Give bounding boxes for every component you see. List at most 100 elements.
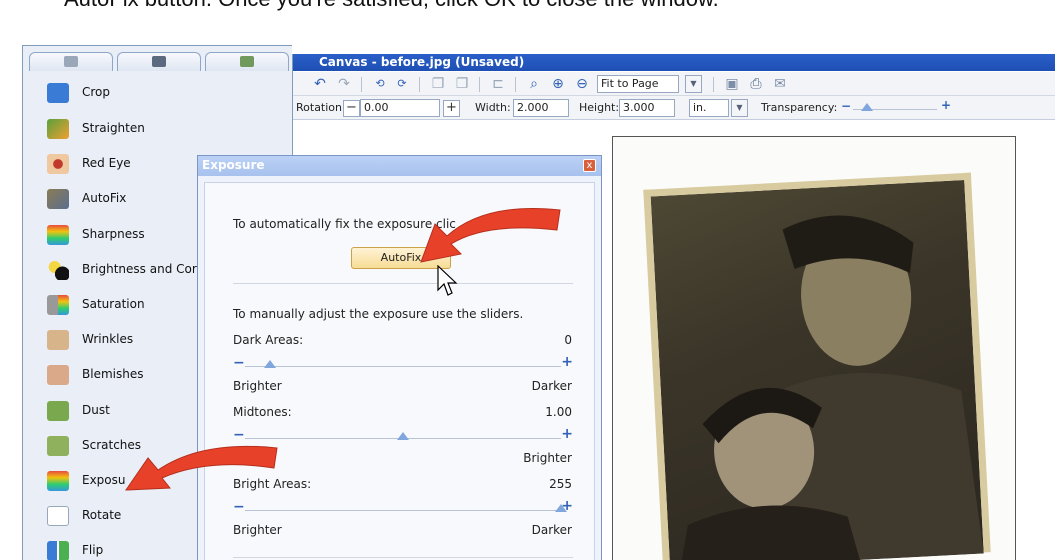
crop-icon <box>47 83 69 103</box>
rotation-decrease-button[interactable]: − <box>343 100 360 117</box>
height-input[interactable]: 3.000 <box>619 99 675 117</box>
properties-bar: Rotation: − 0.00 + Width: 2.000 Height: … <box>293 96 1055 120</box>
toolbar-divider <box>479 77 480 92</box>
print-icon[interactable]: ⎙ <box>747 76 765 92</box>
transparency-minus-icon[interactable]: − <box>841 99 851 113</box>
midtones-value: 1.00 <box>545 405 572 419</box>
tool-label: Dust <box>82 403 110 417</box>
panel-tabs <box>29 52 293 72</box>
tool-label: Brightness and Cor <box>82 262 197 276</box>
dark-areas-label: Dark Areas: <box>233 333 304 347</box>
close-button[interactable]: x <box>583 159 596 172</box>
saturation-icon <box>47 295 69 315</box>
arrow-to-autofix-icon <box>420 208 561 263</box>
tool-label: Rotate <box>82 508 122 522</box>
photo-content <box>680 215 984 560</box>
slider-thumb[interactable] <box>264 360 277 368</box>
slider-track <box>245 366 561 367</box>
tool-label: Blemishes <box>82 367 144 381</box>
toolbar-divider <box>713 77 714 92</box>
slider-plus-icon[interactable]: + <box>561 427 573 441</box>
bright-areas-slider[interactable]: − + <box>233 499 573 517</box>
mouse-cursor-icon <box>437 265 458 296</box>
tools-icon <box>64 56 78 67</box>
photo-canvas[interactable] <box>612 136 1016 560</box>
slider-plus-icon[interactable]: + <box>561 355 573 369</box>
tab-toolbox[interactable] <box>117 52 201 71</box>
width-input[interactable]: 2.000 <box>513 99 569 117</box>
transparency-thumb[interactable] <box>861 103 873 111</box>
exposure-icon <box>47 471 69 491</box>
height-label: Height: <box>579 101 620 114</box>
flip-icon <box>47 541 69 560</box>
toolbar-divider <box>515 77 516 92</box>
tool-crop[interactable]: Crop <box>29 76 293 110</box>
transparency-plus-icon[interactable]: + <box>941 98 951 112</box>
toolbar-divider <box>361 77 362 92</box>
canvas-toolbar: ↶ ↷ ⟲ ⟳ ❐ ❐ ⊏ ⌕ ⊕ ⊖ Fit to Page ▼ ▣ ⎙ ✉ <box>293 72 1055 96</box>
midtones-label: Midtones: <box>233 405 292 419</box>
image-icon <box>240 56 254 67</box>
rotation-increase-button[interactable]: + <box>443 100 460 117</box>
canvas-title: Canvas - before.jpg (Unsaved) <box>293 54 1055 71</box>
tool-label: Wrinkles <box>82 332 134 346</box>
section-divider <box>233 283 573 284</box>
dark-areas-value: 0 <box>564 333 572 347</box>
tool-label: Crop <box>82 85 111 99</box>
layer-up-icon[interactable]: ❐ <box>429 76 447 92</box>
zoom-fit-icon[interactable]: ⌕ <box>525 76 543 92</box>
rotation-label: Rotation: <box>296 101 346 114</box>
dark-areas-slider[interactable]: − + <box>233 355 573 373</box>
dialog-title: Exposure <box>198 156 601 176</box>
bright-areas-right-caption: Darker <box>531 523 572 537</box>
wrinkles-icon <box>47 330 69 350</box>
zoom-select[interactable]: Fit to Page <box>597 75 679 93</box>
redo-icon[interactable]: ↷ <box>335 76 353 92</box>
zoom-out-icon[interactable]: ⊖ <box>573 76 591 92</box>
unit-dropdown-icon[interactable]: ▼ <box>731 99 748 117</box>
save-icon[interactable]: ▣ <box>723 76 741 92</box>
toolbar-divider <box>419 77 420 92</box>
tool-label: Sharpness <box>82 227 145 241</box>
align-icon[interactable]: ⊏ <box>489 76 507 92</box>
unit-select[interactable]: in. <box>689 99 729 117</box>
tool-label: Red Eye <box>82 156 131 170</box>
tool-label: Straighten <box>82 121 145 135</box>
slider-track <box>245 510 561 511</box>
width-label: Width: <box>475 101 511 114</box>
slider-plus-icon[interactable]: + <box>561 499 573 513</box>
undo-icon[interactable]: ↶ <box>311 76 329 92</box>
slider-thumb[interactable] <box>397 432 409 440</box>
slider-minus-icon[interactable]: − <box>233 356 245 370</box>
rotation-input[interactable]: 0.00 <box>360 99 440 117</box>
midtones-slider[interactable]: − + <box>233 427 573 445</box>
sharpness-icon <box>47 225 69 245</box>
brightness-icon <box>47 260 69 280</box>
straighten-icon <box>47 119 69 139</box>
arrow-to-exposure-icon <box>125 445 278 491</box>
scratches-icon <box>47 436 69 456</box>
zoom-in-icon[interactable]: ⊕ <box>549 76 567 92</box>
tab-tools[interactable] <box>29 52 113 71</box>
instruction-caption: AutoFix button. Once you're satisfied, c… <box>64 0 1054 26</box>
rotate-right-icon[interactable]: ⟳ <box>393 76 411 92</box>
zoom-dropdown-icon[interactable]: ▼ <box>685 75 702 93</box>
tab-images[interactable] <box>205 52 289 71</box>
section-divider <box>233 557 573 558</box>
layer-down-icon[interactable]: ❐ <box>453 76 471 92</box>
autofix-icon <box>47 189 69 209</box>
tool-straighten[interactable]: Straighten <box>29 112 293 146</box>
email-icon[interactable]: ✉ <box>771 76 789 92</box>
bright-areas-left-caption: Brighter <box>233 523 282 537</box>
manual-instructions: To manually adjust the exposure use the … <box>233 307 524 321</box>
photo-image <box>643 172 991 560</box>
tool-label: Saturation <box>82 297 145 311</box>
tool-label: Flip <box>82 543 104 557</box>
rotate-left-icon[interactable]: ⟲ <box>371 76 389 92</box>
dark-areas-left-caption: Brighter <box>233 379 282 393</box>
rotate-icon <box>47 506 69 526</box>
transparency-label: Transparency: <box>761 101 838 114</box>
transparency-slider[interactable]: − + <box>841 98 951 116</box>
tool-label: AutoFix <box>82 191 127 205</box>
blemishes-icon <box>47 365 69 385</box>
